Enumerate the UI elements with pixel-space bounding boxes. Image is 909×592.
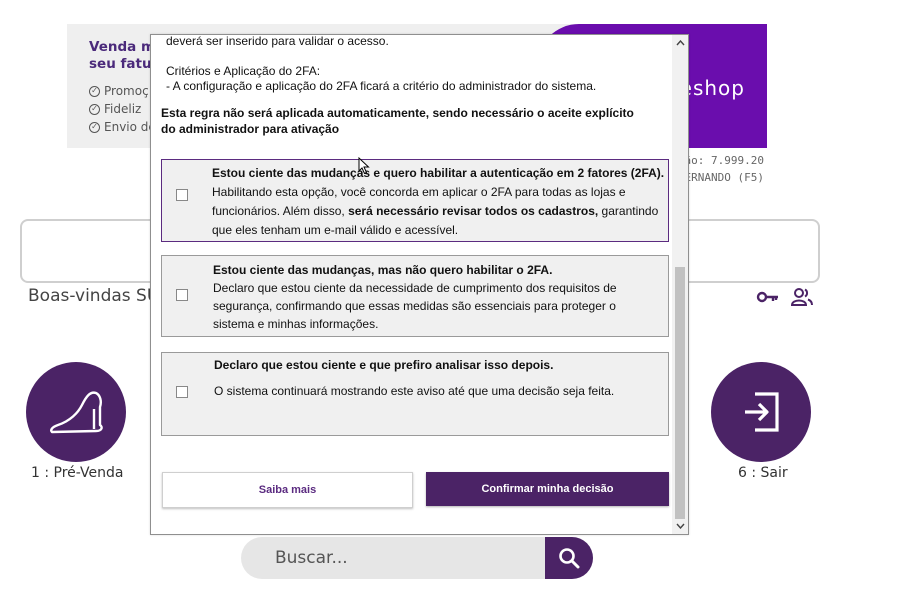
users-icon[interactable] — [790, 287, 814, 307]
promo-banner-text: eshop — [679, 76, 745, 100]
scroll-down-arrow-icon[interactable] — [672, 518, 688, 534]
search-button[interactable] — [545, 537, 593, 579]
promo-item: ✓ Fideliz — [89, 100, 156, 118]
search-icon — [559, 548, 580, 569]
search-input[interactable] — [273, 545, 533, 571]
option-decide-later-checkbox[interactable] — [176, 386, 188, 398]
check-circle-icon: ✓ — [89, 121, 100, 133]
scroll-up-arrow-icon[interactable] — [672, 35, 688, 51]
learn-more-button[interactable]: Saiba mais — [162, 472, 413, 508]
menu-sair-label: 6 : Sair — [738, 465, 788, 481]
dialog-content: deverá ser inserido para validar o acess… — [151, 35, 672, 534]
menu-sair-button[interactable] — [711, 362, 811, 462]
exit-icon — [745, 392, 779, 432]
option-decline-2fa[interactable]: Estou ciente das mudanças, mas não quero… — [161, 255, 669, 337]
2fa-decision-dialog: deverá ser inserido para validar o acess… — [150, 34, 689, 535]
shoe-icon — [50, 391, 103, 434]
notice-line-1: Esta regra não será aplicada automaticam… — [161, 106, 634, 120]
check-circle-icon: ✓ — [89, 103, 100, 115]
promo-item: ✓ Promoç — [89, 82, 156, 100]
option-title: Estou ciente das mudanças, mas não quero… — [213, 263, 553, 277]
scroll-thumb[interactable] — [675, 267, 685, 519]
criteria-text: - A configuração e aplicação do 2FA fica… — [166, 79, 597, 93]
option-title: Estou ciente das mudanças e quero habili… — [212, 166, 665, 180]
header-icons — [756, 287, 814, 307]
criteria-title: Critérios e Aplicação do 2FA: — [166, 64, 321, 78]
search-bar — [241, 537, 593, 579]
option-body: Habilitando esta opção, você concorda em… — [212, 185, 659, 237]
option-enable-2fa[interactable]: Estou ciente das mudanças e quero habili… — [161, 159, 669, 242]
notice-line-2: do administrador para ativação — [161, 122, 340, 136]
key-icon[interactable] — [756, 287, 780, 307]
menu-pre-venda-label: 1 : Pré-Venda — [31, 465, 124, 481]
confirm-decision-button[interactable]: Confirmar minha decisão — [426, 472, 669, 506]
option-decide-later[interactable]: Declaro que estou ciente e que prefiro a… — [161, 352, 669, 436]
option-enable-2fa-checkbox[interactable] — [176, 189, 188, 201]
check-circle-icon: ✓ — [89, 85, 100, 97]
option-title: Declaro que estou ciente e que prefiro a… — [214, 358, 554, 372]
dialog-scrollbar[interactable] — [672, 35, 688, 534]
promo-list: ✓ Promoç ✓ Fideliz ✓ Envio de — [89, 82, 156, 136]
menu-pre-venda-button[interactable] — [26, 362, 126, 462]
mouse-cursor-icon — [358, 156, 370, 179]
promo-item: ✓ Envio de — [89, 118, 156, 136]
option-decline-2fa-checkbox[interactable] — [176, 289, 188, 301]
welcome-text: Boas-vindas SU — [28, 286, 160, 306]
promo-headline: Venda m seu fatur — [89, 39, 159, 72]
intro-text-fragment: deverá ser inserido para validar o acess… — [166, 34, 389, 48]
option-body: Declaro que estou ciente da necessidade … — [213, 281, 617, 331]
option-body: O sistema continuará mostrando este avis… — [214, 384, 615, 398]
